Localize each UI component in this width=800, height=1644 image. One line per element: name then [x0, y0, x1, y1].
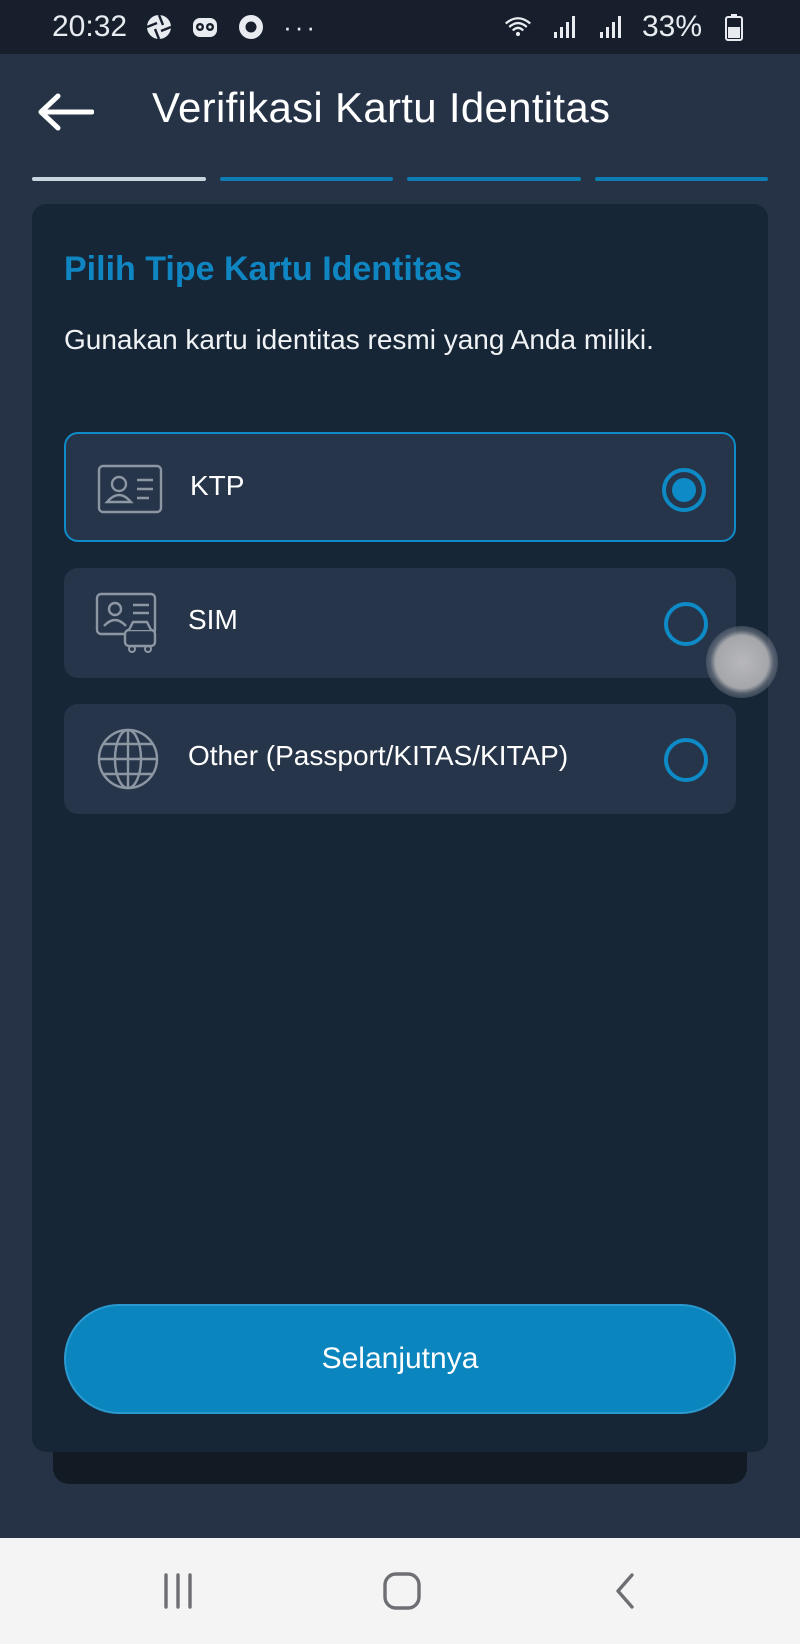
- app-header: Verifikasi Kartu Identitas: [0, 54, 800, 170]
- progress-step-2: [219, 177, 393, 181]
- arrow-left-icon: [38, 93, 94, 131]
- home-icon[interactable]: [372, 1566, 432, 1616]
- system-nav-bar: [0, 1538, 800, 1644]
- recent-apps-icon[interactable]: [148, 1566, 208, 1616]
- back-icon[interactable]: [596, 1566, 656, 1616]
- driver-license-icon: [94, 592, 162, 654]
- card-description: Gunakan kartu identitas resmi yang Anda …: [64, 324, 654, 355]
- option-label-other: Other (Passport/KITAS/KITAP): [188, 740, 569, 771]
- next-button[interactable]: Selanjutnya: [64, 1304, 736, 1414]
- identity-card-panel: Pilih Tipe Kartu Identitas Gunakan kartu…: [32, 204, 768, 1452]
- aperture-icon: [145, 13, 173, 41]
- back-button[interactable]: [30, 82, 100, 142]
- radio-sim[interactable]: [664, 602, 708, 646]
- id-card-icon: [96, 458, 164, 520]
- battery-icon: [720, 13, 748, 41]
- tripadvisor-icon: [191, 13, 219, 41]
- radio-ktp[interactable]: [662, 468, 706, 512]
- radio-dot: [672, 478, 696, 502]
- option-other[interactable]: Other (Passport/KITAS/KITAP): [64, 704, 736, 814]
- signal-icon: [550, 13, 578, 41]
- progress-step-3: [407, 177, 581, 181]
- option-label-ktp: KTP: [190, 470, 245, 501]
- status-right: 33%: [504, 10, 748, 44]
- option-label-sim: SIM: [188, 604, 238, 635]
- card-title: Pilih Tipe Kartu Identitas: [64, 250, 462, 288]
- globe-icon: [94, 728, 162, 790]
- location-pin-icon: [237, 13, 265, 41]
- battery-percent: 33%: [641, 10, 702, 43]
- option-sim[interactable]: SIM: [64, 568, 736, 678]
- status-bar: 20:32 ··· 33%: [0, 0, 800, 54]
- status-left: 20:32 ···: [52, 10, 318, 44]
- status-time: 20:32: [52, 10, 128, 43]
- touch-indicator: [706, 626, 778, 698]
- progress-steps: [32, 177, 768, 183]
- more-notifications: ···: [283, 11, 319, 42]
- progress-step-4: [594, 177, 768, 181]
- wifi-icon: [504, 13, 532, 41]
- option-ktp[interactable]: KTP: [64, 432, 736, 542]
- signal-icon: [596, 13, 624, 41]
- radio-other[interactable]: [664, 738, 708, 782]
- progress-step-1: [32, 177, 206, 181]
- page-title: Verifikasi Kartu Identitas: [152, 84, 611, 131]
